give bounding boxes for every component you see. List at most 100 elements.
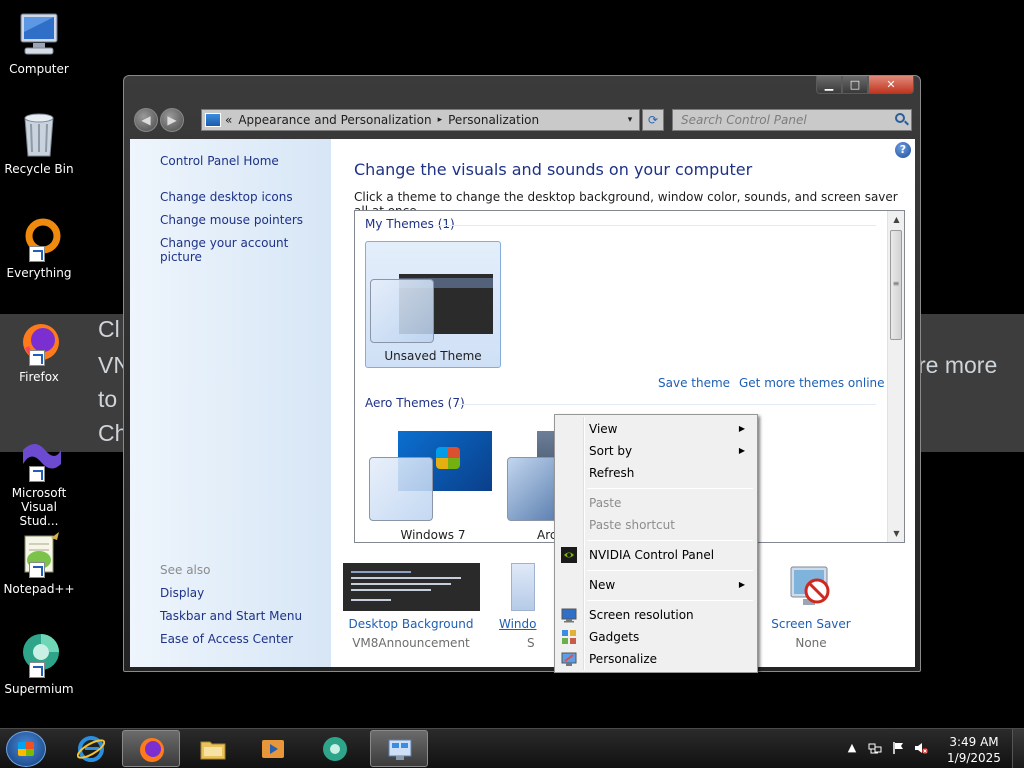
search-icon[interactable] [895, 113, 905, 123]
monitor-icon [561, 607, 577, 623]
submenu-arrow-icon: ▶ [738, 580, 745, 589]
my-themes-header[interactable]: My Themes (1) [365, 217, 455, 231]
desktop-icon-visual-studio[interactable]: Microsoft Visual Stud... [0, 434, 78, 528]
taskbar-file-explorer[interactable] [184, 730, 242, 767]
menu-item-sort-by[interactable]: Sort by ▶ [557, 440, 755, 462]
control-panel-home-link[interactable]: Control Panel Home [160, 154, 279, 168]
minimize-button[interactable]: ▁ [816, 76, 842, 94]
menu-item-label: Gadgets [589, 630, 640, 644]
shortcut-arrow-icon [29, 466, 45, 482]
nvidia-icon [561, 547, 577, 563]
menu-item-paste[interactable]: Paste [557, 492, 755, 514]
window-color-label[interactable]: Windo [499, 617, 559, 631]
scroll-thumb[interactable]: ≡ [890, 230, 902, 340]
screen-saver-setting[interactable]: Screen Saver None [763, 563, 859, 650]
scroll-down-button[interactable]: ▼ [888, 525, 904, 542]
taskbar-media-player[interactable] [244, 730, 302, 767]
theme-glass-swatch [370, 279, 434, 343]
theme-tile-unsaved[interactable]: Unsaved Theme [365, 241, 501, 368]
screen-saver-icon [787, 563, 835, 611]
menu-item-refresh[interactable]: Refresh [557, 462, 755, 484]
desktop-icon-label: Computer [9, 62, 69, 76]
shortcut-arrow-icon [29, 662, 45, 678]
desktop-background-setting[interactable]: Desktop Background VM8Announcement [331, 563, 491, 650]
breadcrumb-separator[interactable]: ▸ [438, 115, 443, 125]
menu-separator [587, 600, 753, 601]
volume-muted-icon[interactable] [914, 741, 928, 755]
desktop-background-label[interactable]: Desktop Background [331, 617, 491, 631]
address-chevron[interactable]: « [225, 113, 232, 127]
desktop-icon-recycle-bin[interactable]: Recycle Bin [0, 110, 78, 176]
menu-item-gadgets[interactable]: Gadgets [557, 626, 755, 648]
scroll-up-button[interactable]: ▲ [888, 211, 904, 228]
address-dropdown-button[interactable]: ▾ [621, 115, 639, 125]
search-placeholder: Search Control Panel [681, 113, 807, 127]
ease-of-access-link[interactable]: Ease of Access Center [160, 632, 293, 646]
desktop-icon-everything[interactable]: Everything [0, 214, 78, 280]
address-bar[interactable]: « Appearance and Personalization ▸ Perso… [201, 109, 640, 131]
recycle-bin-icon [15, 110, 63, 158]
see-also-heading: See also [160, 563, 211, 577]
everything-icon [15, 214, 63, 262]
taskbar-supermium[interactable] [306, 730, 364, 767]
network-icon[interactable] [868, 741, 882, 755]
notepadpp-icon [15, 530, 63, 578]
desktop-icon-computer[interactable]: Computer [0, 10, 78, 76]
aero-themes-header[interactable]: Aero Themes (7) [365, 396, 465, 410]
theme-tile-windows-7[interactable]: Windows 7 [365, 411, 501, 542]
taskbar-internet-explorer[interactable] [62, 730, 120, 767]
desktop-background-value: VM8Announcement [352, 636, 470, 650]
menu-item-label: Personalize [589, 652, 658, 666]
desktop-icon-firefox[interactable]: Firefox [0, 318, 78, 384]
menu-item-personalize[interactable]: Personalize [557, 648, 755, 670]
start-button[interactable] [6, 731, 46, 767]
desktop-icon-notepadpp[interactable]: Notepad++ [0, 530, 78, 596]
show-desktop-button[interactable] [1012, 729, 1024, 768]
theme-name: Unsaved Theme [384, 349, 482, 363]
menu-item-paste-shortcut[interactable]: Paste shortcut [557, 514, 755, 536]
back-button[interactable]: ◀ [134, 108, 158, 132]
taskbar-control-panel[interactable] [370, 730, 428, 767]
gadgets-icon [561, 629, 577, 645]
desktop-icon-supermium[interactable]: Supermium [0, 630, 78, 696]
theme-glass-swatch [507, 457, 559, 521]
task-pane: Control Panel Home Change desktop icons … [130, 139, 331, 667]
menu-item-screen-resolution[interactable]: Screen resolution [557, 604, 755, 626]
desktop-icon-label: Recycle Bin [4, 162, 74, 176]
menu-item-new[interactable]: New ▶ [557, 574, 755, 596]
window-color-setting[interactable]: Windo S [499, 563, 559, 650]
save-theme-link[interactable]: Save theme [658, 376, 730, 390]
change-account-picture-link[interactable]: Change your account picture [160, 236, 331, 264]
taskbar-start-menu-link[interactable]: Taskbar and Start Menu [160, 609, 302, 623]
screen-saver-label[interactable]: Screen Saver [763, 617, 859, 631]
personalization-window: ▁ □ ✕ ◀ ▶ « Appearance and Personalizati… [123, 75, 921, 672]
tray-expand-icon[interactable]: ▲ [845, 741, 859, 755]
menu-separator [587, 570, 753, 571]
help-icon[interactable]: ? [895, 142, 911, 158]
menu-item-view[interactable]: View ▶ [557, 418, 755, 440]
desktop-background-preview [342, 563, 480, 611]
search-input[interactable]: Search Control Panel [672, 109, 912, 131]
caption-buttons: ▁ □ ✕ [816, 76, 914, 94]
breadcrumb-appearance[interactable]: Appearance and Personalization [238, 113, 431, 127]
change-mouse-pointers-link[interactable]: Change mouse pointers [160, 213, 303, 227]
get-more-themes-link[interactable]: Get more themes online [739, 376, 885, 390]
change-desktop-icons-link[interactable]: Change desktop icons [160, 190, 293, 204]
taskbar-firefox[interactable] [122, 730, 180, 767]
page-title: Change the visuals and sounds on your co… [354, 160, 753, 179]
refresh-button[interactable]: ⟳ [642, 109, 664, 131]
submenu-arrow-icon: ▶ [738, 446, 745, 455]
shortcut-arrow-icon [29, 562, 45, 578]
system-clock[interactable]: 3:49 AM 1/9/2025 [944, 734, 1004, 766]
forward-button[interactable]: ▶ [160, 108, 184, 132]
action-center-flag-icon[interactable] [891, 741, 905, 755]
breadcrumb-personalization[interactable]: Personalization [448, 113, 539, 127]
menu-item-label: Paste [589, 496, 622, 510]
maximize-button[interactable]: □ [842, 76, 868, 94]
control-panel-icon [388, 739, 412, 760]
shortcut-arrow-icon [29, 246, 45, 262]
display-link[interactable]: Display [160, 586, 204, 600]
menu-item-nvidia-control-panel[interactable]: NVIDIA Control Panel [557, 544, 755, 566]
theme-list-scrollbar[interactable]: ▲ ≡ ▼ [887, 211, 904, 542]
close-button[interactable]: ✕ [868, 76, 914, 94]
